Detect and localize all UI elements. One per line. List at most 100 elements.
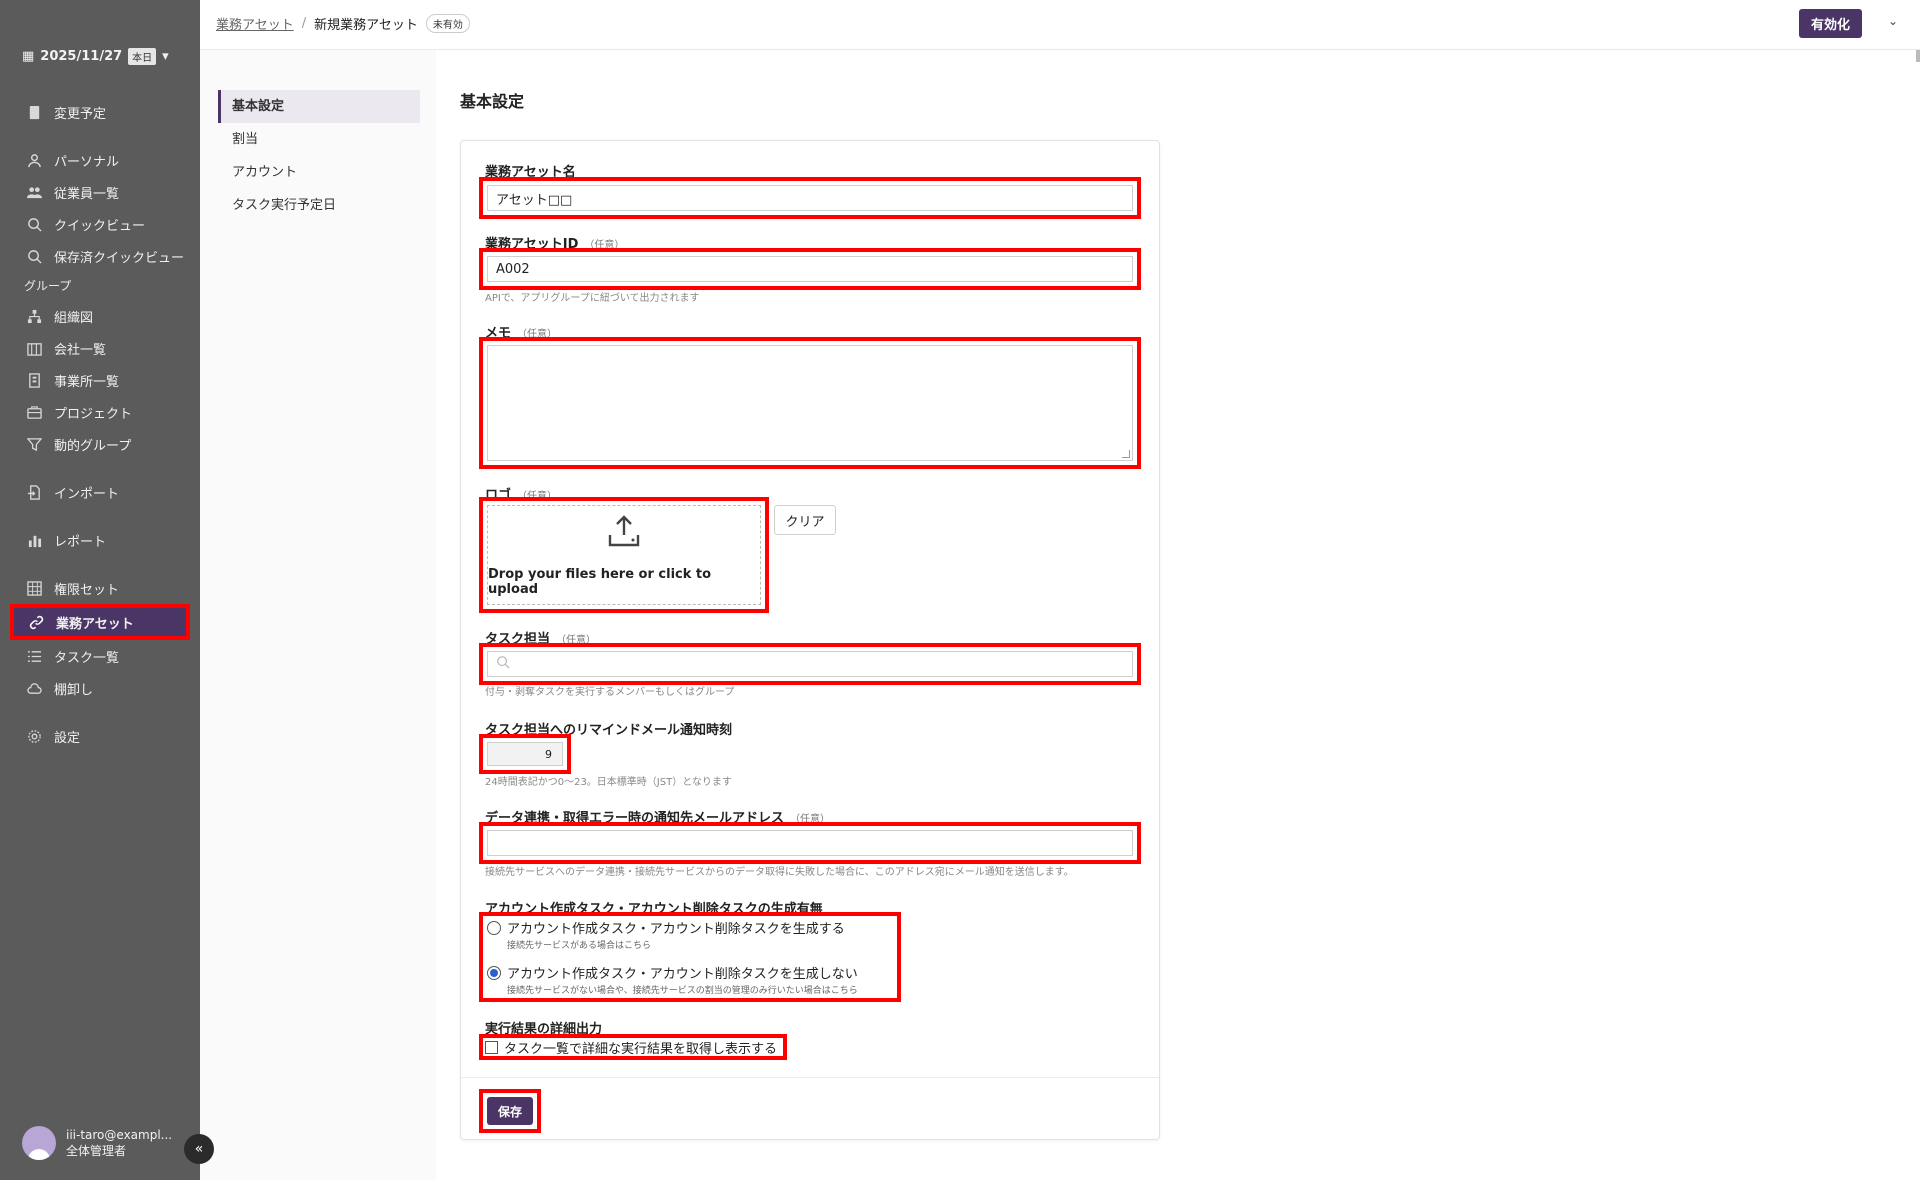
sidebar-item-report[interactable]: レポート [0, 524, 200, 556]
detail-output-checkbox[interactable] [485, 1040, 498, 1054]
sidebar-item-label: 業務アセット [56, 616, 134, 632]
sidebar-item-offices[interactable]: 事業所一覧 [0, 364, 200, 396]
sidebar-item-label: インポート [54, 486, 120, 502]
subnav-item-assignment[interactable]: 割当 [218, 123, 420, 156]
double-chevron-left-icon: « [194, 1141, 204, 1157]
sidebar-item-companies[interactable]: 会社一覧 [0, 332, 200, 364]
filter-icon [26, 436, 42, 452]
error-email-field-wrapper [479, 822, 1141, 864]
link-icon [28, 614, 44, 630]
scrollbar[interactable] [1916, 50, 1920, 62]
sidebar-item-label: 動的グループ [54, 438, 132, 454]
sidebar-item-tasks[interactable]: タスク一覧 [0, 640, 200, 672]
sidebar-item-org-chart[interactable]: 組織図 [0, 300, 200, 332]
name-input[interactable]: アセット□□ [487, 185, 1133, 211]
office-icon [26, 372, 42, 388]
sidebar-item-label: クイックビュー [54, 218, 146, 234]
sidebar-item-saved-quickview[interactable]: 保存済クイックビュー [0, 240, 200, 272]
search-icon [26, 248, 42, 264]
resize-handle[interactable] [1122, 450, 1130, 458]
bar-chart-icon [26, 532, 42, 548]
sidebar-item-label: パーソナル [54, 154, 120, 170]
chevron-down-icon[interactable]: ⌄ [1888, 14, 1898, 28]
sidebar-item-quickview[interactable]: クイックビュー [0, 208, 200, 240]
cloud-icon [26, 680, 42, 696]
breadcrumb-parent-link[interactable]: 業務アセット [216, 14, 294, 33]
upload-icon [606, 513, 642, 553]
error-email-input[interactable] [487, 830, 1133, 856]
task-gen-radio-group: アカウント作成タスク・アカウント削除タスクを生成する 接続先サービスがある場合は… [479, 912, 901, 1002]
breadcrumb-separator: / [301, 16, 307, 31]
user-profile[interactable]: iii-taro@exampl... 全体管理者 [22, 1126, 172, 1160]
sidebar-item-label: タスク一覧 [54, 650, 120, 666]
remind-hint: 24時間表記かつ0～23。日本標準時（JST）となります [485, 777, 732, 788]
memo-field-wrapper [479, 337, 1141, 469]
name-field-wrapper: アセット□□ [479, 177, 1141, 219]
clear-button[interactable]: クリア [774, 505, 836, 535]
assignee-hint: 付与・剥奪タスクを実行するメンバーもしくはグループ [485, 687, 735, 698]
briefcase-icon [26, 404, 42, 420]
radio-no-generate[interactable] [487, 965, 501, 980]
section-title: 基本設定 [460, 92, 525, 111]
sidebar-item-label: 保存済クイックビュー [54, 250, 185, 266]
date-selector[interactable]: ▦ 2025/11/27 本日 ▾ [22, 48, 169, 65]
group-section-label: グループ [24, 279, 72, 293]
task-gen-option-generate[interactable]: アカウント作成タスク・アカウント削除タスクを生成する [487, 918, 845, 937]
detail-output-checkbox-row[interactable]: タスク一覧で詳細な実行結果を取得し表示する [479, 1034, 787, 1060]
id-field-wrapper: A002 [479, 248, 1141, 290]
topbar: 業務アセット / 新規業務アセット 未有効 有効化 ⌄ [200, 0, 1920, 50]
error-email-hint: 接続先サービスへのデータ連携・接続先サービスからのデータ取得に失敗した場合に、こ… [485, 867, 1074, 878]
sidebar-item-settings[interactable]: 設定 [0, 720, 200, 752]
sidebar-item-business-assets[interactable]: 業務アセット [10, 604, 190, 640]
task-gen-option1-sub: 接続先サービスがある場合はこちら [507, 941, 652, 951]
sidebar-item-dynamic-groups[interactable]: 動的グループ [0, 428, 200, 460]
basic-settings-form: 業務アセット名 アセット□□ 業務アセットID （任意） A002 APIで、アプ… [460, 140, 1160, 1140]
sidebar-item-label: 会社一覧 [54, 342, 107, 358]
status-badge: 未有効 [425, 14, 470, 33]
divider [461, 1077, 1159, 1078]
sidebar-item-schedule[interactable]: 変更予定 [0, 96, 200, 128]
sidebar-item-projects[interactable]: プロジェクト [0, 396, 200, 428]
search-icon [496, 655, 510, 673]
task-gen-option-no-generate[interactable]: アカウント作成タスク・アカウント削除タスクを生成しない [487, 963, 858, 982]
user-email: iii-taro@exampl... [66, 1128, 173, 1142]
id-hint: APIで、アプリグループに紐づいて出力されます [485, 293, 700, 304]
sidebar-item-label: 設定 [54, 730, 81, 746]
chevron-down-icon: ▾ [162, 49, 169, 64]
remind-field-wrapper: 9 [479, 734, 571, 774]
assignee-search-input[interactable] [487, 651, 1133, 677]
sidebar-item-label: 変更予定 [54, 106, 107, 122]
task-gen-option2-sub: 接続先サービスがない場合や、接続先サービスの割当の管理のみ行いたい場合はこちら [507, 986, 858, 996]
gear-icon [26, 728, 42, 744]
radio-generate[interactable] [487, 920, 501, 935]
id-input[interactable]: A002 [487, 256, 1133, 282]
subnav-item-basic[interactable]: 基本設定 [218, 90, 420, 123]
collapse-sidebar-button[interactable]: « [184, 1134, 214, 1164]
sidebar-item-inventory[interactable]: 棚卸し [0, 672, 200, 704]
sidebar-item-personal[interactable]: パーソナル [0, 144, 200, 176]
sidebar-item-label: 組織図 [54, 310, 94, 326]
remind-time-input[interactable]: 9 [487, 742, 563, 766]
logo-upload-wrapper: Drop your files here or click to upload [479, 497, 769, 613]
org-chart-icon [26, 308, 42, 324]
current-date: 2025/11/27 [40, 49, 123, 64]
sidebar-item-label: プロジェクト [54, 406, 133, 422]
subnav-item-account[interactable]: アカウント [218, 156, 420, 189]
sidebar-item-label: 権限セット [54, 582, 120, 598]
sidebar: ▦ 2025/11/27 本日 ▾ 変更予定 パーソナル 従業員一覧 クイックビ… [0, 0, 200, 1180]
save-button[interactable]: 保存 [487, 1097, 533, 1125]
assignee-field-wrapper [479, 643, 1141, 685]
save-button-wrapper: 保存 [479, 1089, 541, 1133]
sidebar-item-import[interactable]: インポート [0, 476, 200, 508]
avatar [22, 1126, 56, 1160]
sidebar-item-employees[interactable]: 従業員一覧 [0, 176, 200, 208]
list-icon [26, 648, 42, 664]
today-badge: 本日 [128, 48, 157, 65]
people-icon [26, 184, 42, 200]
sidebar-item-permission-sets[interactable]: 権限セット [0, 572, 200, 604]
memo-textarea[interactable] [487, 345, 1133, 461]
file-dropzone[interactable]: Drop your files here or click to upload [487, 505, 761, 605]
subnav-item-task-schedule[interactable]: タスク実行予定日 [218, 189, 420, 222]
settings-subnav: 基本設定 割当 アカウント タスク実行予定日 [200, 50, 436, 1180]
enable-button[interactable]: 有効化 [1798, 9, 1862, 38]
